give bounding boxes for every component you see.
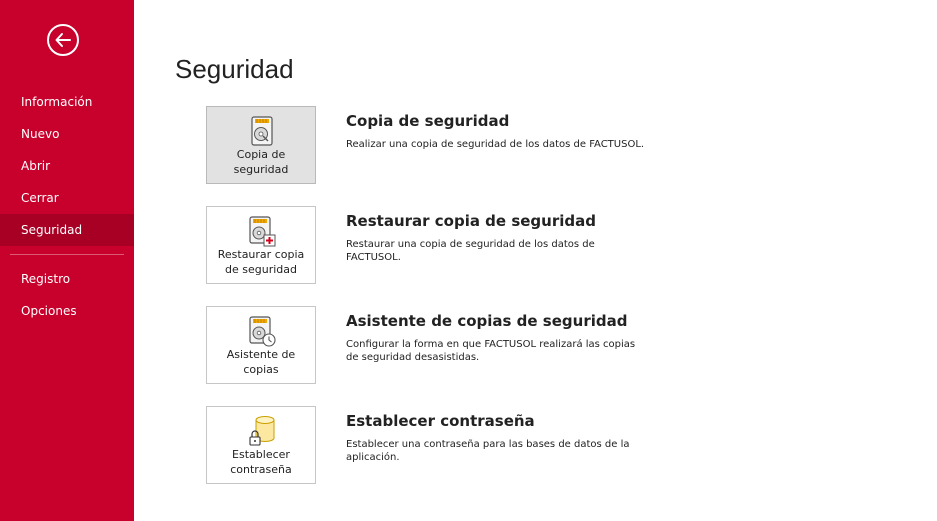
option-description: Configurar la forma en que FACTUSOL real… bbox=[346, 339, 636, 363]
sidebar-item-registro[interactable]: Registro bbox=[0, 263, 134, 295]
backup-wizard-clock-icon bbox=[249, 316, 276, 347]
option-establecer-contrasena: Establecer contraseña Establecer contras… bbox=[206, 406, 646, 484]
database-lock-icon bbox=[249, 416, 275, 446]
option-description: Realizar una copia de seguridad de los d… bbox=[346, 139, 645, 150]
option-title: Asistente de copias de seguridad bbox=[346, 312, 628, 330]
sidebar-item-abrir[interactable]: Abrir bbox=[0, 150, 134, 182]
backup-button[interactable]: Copia de seguridad bbox=[206, 106, 316, 184]
set-password-button[interactable]: Establecer contraseña bbox=[206, 406, 316, 484]
set-password-button-label: Establecer contraseña bbox=[230, 448, 292, 476]
sidebar-item-cerrar[interactable]: Cerrar bbox=[0, 182, 134, 214]
backup-wizard-button-label: Asistente de copias bbox=[226, 348, 296, 376]
option-restaurar-copia: Restaurar copia de seguridad Restaurar c… bbox=[206, 206, 646, 284]
sidebar-item-seguridad[interactable]: Seguridad bbox=[0, 214, 134, 246]
sidebar-item-informacion[interactable]: Información bbox=[0, 86, 134, 118]
restore-backup-button[interactable]: Restaurar copia de seguridad bbox=[206, 206, 316, 284]
option-title: Restaurar copia de seguridad bbox=[346, 212, 596, 230]
option-asistente-copias: Asistente de copias Asistente de copias … bbox=[206, 306, 646, 384]
page-title: Seguridad bbox=[175, 54, 294, 84]
sidebar-divider bbox=[10, 254, 124, 255]
arrow-left-icon bbox=[55, 33, 71, 47]
sidebar-nav: Información Nuevo Abrir Cerrar Seguridad… bbox=[0, 86, 134, 327]
backup-wizard-button[interactable]: Asistente de copias bbox=[206, 306, 316, 384]
option-copia-seguridad: Copia de seguridad Copia de seguridad Re… bbox=[206, 106, 646, 184]
backup-button-label: Copia de seguridad bbox=[233, 148, 289, 176]
sidebar: Información Nuevo Abrir Cerrar Seguridad… bbox=[0, 0, 134, 521]
backup-disk-icon bbox=[251, 116, 273, 146]
option-title: Copia de seguridad bbox=[346, 112, 510, 130]
restore-backup-button-label: Restaurar copia de seguridad bbox=[217, 248, 305, 276]
restore-backup-icon bbox=[249, 216, 276, 247]
option-description: Establecer una contraseña para las bases… bbox=[346, 439, 630, 463]
option-description: Restaurar una copia de seguridad de los … bbox=[346, 239, 595, 263]
sidebar-item-opciones[interactable]: Opciones bbox=[0, 295, 134, 327]
sidebar-item-nuevo[interactable]: Nuevo bbox=[0, 118, 134, 150]
back-button[interactable] bbox=[47, 24, 79, 56]
option-title: Establecer contraseña bbox=[346, 412, 535, 430]
